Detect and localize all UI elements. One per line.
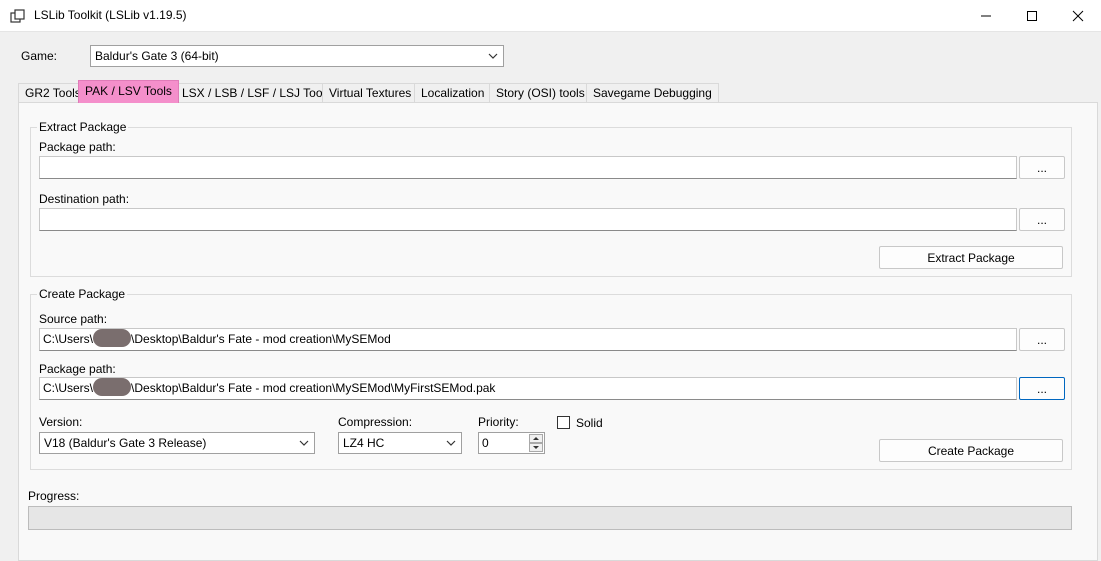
chevron-down-icon xyxy=(488,53,498,59)
tab-strip: GR2 Tools PAK / LSV Tools LSX / LSB / LS… xyxy=(18,80,1098,103)
title-bar: LSLib Toolkit (LSLib v1.19.5) xyxy=(0,0,1101,32)
tab-story-osi-tools[interactable]: Story (OSI) tools xyxy=(489,83,592,103)
browse-create-package-path-button[interactable]: ... xyxy=(1019,377,1065,400)
version-label: Version: xyxy=(39,415,83,429)
close-icon xyxy=(1072,10,1084,22)
source-path-input[interactable]: C:\Users\ \Desktop\Baldur's Fate - mod cr… xyxy=(39,328,1017,351)
browse-destination-path-button[interactable]: ... xyxy=(1019,208,1065,231)
source-path-prefix: C:\Users\ xyxy=(43,332,94,346)
create-package-path-input[interactable]: C:\Users\ \Desktop\Baldur's Fate - mod cr… xyxy=(39,377,1017,400)
priority-value: 0 xyxy=(482,436,489,450)
progress-bar xyxy=(28,506,1072,530)
maximize-button[interactable] xyxy=(1009,0,1055,32)
caret-up-icon xyxy=(533,437,539,440)
progress-label: Progress: xyxy=(28,489,80,503)
tab-localization[interactable]: Localization xyxy=(414,83,492,103)
caret-down-icon xyxy=(533,446,539,449)
tab-virtual-textures[interactable]: Virtual Textures xyxy=(322,83,419,103)
create-package-path-label: Package path: xyxy=(39,362,116,376)
chevron-down-icon xyxy=(446,440,456,446)
browse-source-path-button[interactable]: ... xyxy=(1019,328,1065,351)
window-title: LSLib Toolkit (LSLib v1.19.5) xyxy=(34,8,187,22)
destination-path-input[interactable] xyxy=(39,208,1017,231)
create-package-title: Create Package xyxy=(37,287,128,301)
package-path-suffix: \Desktop\Baldur's Fate - mod creation\My… xyxy=(131,381,496,395)
extract-package-path-input[interactable] xyxy=(39,156,1017,179)
create-package-button[interactable]: Create Package xyxy=(879,439,1063,462)
minimize-button[interactable] xyxy=(963,0,1009,32)
source-path-suffix: \Desktop\Baldur's Fate - mod creation\My… xyxy=(131,332,391,346)
priority-up-button[interactable] xyxy=(529,434,543,443)
source-path-label: Source path: xyxy=(39,312,108,326)
priority-down-button[interactable] xyxy=(529,443,543,452)
solid-label: Solid xyxy=(576,416,603,430)
priority-label: Priority: xyxy=(478,415,519,429)
compression-label: Compression: xyxy=(338,415,413,429)
version-select[interactable]: V18 (Baldur's Gate 3 Release) xyxy=(39,432,315,454)
package-path-label: Package path: xyxy=(39,140,116,154)
tab-savegame-debugging[interactable]: Savegame Debugging xyxy=(586,83,719,103)
version-select-value: V18 (Baldur's Gate 3 Release) xyxy=(44,436,207,450)
redacted-username xyxy=(93,378,132,397)
close-button[interactable] xyxy=(1055,0,1101,32)
game-select-value: Baldur's Gate 3 (64-bit) xyxy=(95,49,219,63)
extract-package-button[interactable]: Extract Package xyxy=(879,246,1063,269)
compression-select-value: LZ4 HC xyxy=(343,436,385,450)
game-select[interactable]: Baldur's Gate 3 (64-bit) xyxy=(90,45,504,67)
game-label: Game: xyxy=(21,49,58,63)
tab-lsx-lsb-lsf-lsj-tools[interactable]: LSX / LSB / LSF / LSJ Tools xyxy=(175,83,339,103)
compression-select[interactable]: LZ4 HC xyxy=(338,432,462,454)
minimize-icon xyxy=(981,15,991,17)
destination-path-label: Destination path: xyxy=(39,192,130,206)
browse-package-path-button[interactable]: ... xyxy=(1019,156,1065,179)
solid-checkbox[interactable] xyxy=(557,416,570,429)
redacted-username xyxy=(93,329,132,348)
extract-package-title: Extract Package xyxy=(37,120,129,134)
maximize-icon xyxy=(1027,11,1037,21)
package-path-prefix: C:\Users\ xyxy=(43,381,94,395)
tab-pak-lsv-tools[interactable]: PAK / LSV Tools xyxy=(78,80,179,103)
chevron-down-icon xyxy=(299,440,309,446)
window-stack-icon xyxy=(10,9,25,23)
priority-stepper[interactable]: 0 xyxy=(478,432,545,454)
